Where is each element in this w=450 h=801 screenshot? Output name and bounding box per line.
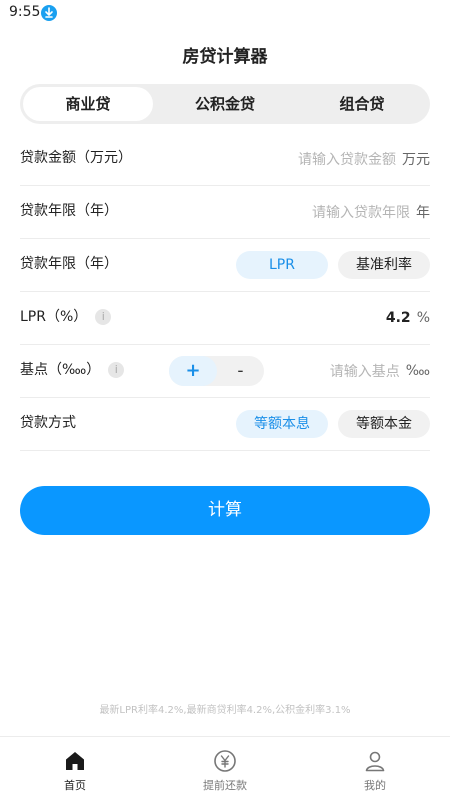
loan-years-unit: 年 [416,204,430,221]
nav-mine[interactable]: 我的 [300,737,450,801]
rate-type-label: 贷款年限（年） [20,256,118,272]
tab-provident-fund-loan[interactable]: 公积金贷 [160,87,290,121]
tab-commercial-loan[interactable]: 商业贷 [23,87,153,121]
bottom-nav: 首页 提前还款 我的 [0,736,450,801]
rate-type-row: 贷款年限（年） LPR 基准利率 [20,238,430,292]
lpr-value: 4.2 [385,309,411,326]
loan-type-tabs: 商业贷 公积金贷 组合贷 [20,84,430,124]
status-time: 9:55 [9,4,41,20]
basis-point-row: 基点（‱） i + - 请输入基点 ‱ [20,344,430,398]
repay-method-label: 贷款方式 [20,415,76,431]
nav-prepayment-label: 提前还款 [203,779,247,792]
loan-years-label: 贷款年限（年） [20,203,118,219]
user-icon [365,751,385,772]
home-icon [66,752,84,770]
repay-method-row: 贷款方式 等额本息 等额本金 [20,397,430,451]
equal-installment-option-button[interactable]: 等额本息 [236,409,328,438]
lpr-label: LPR（%） [20,309,88,325]
plus-button[interactable]: + [169,356,217,386]
calculate-button[interactable]: 计算 [20,486,430,535]
nav-home-label: 首页 [64,779,86,792]
nav-mine-label: 我的 [364,779,386,792]
info-icon[interactable]: i [95,309,112,325]
loan-years-row: 贷款年限（年） 请输入贷款年限 年 [20,185,430,239]
tab-combined-loan[interactable]: 组合贷 [297,87,427,121]
status-bar: 9:55 [0,0,450,28]
download-icon [41,5,57,21]
basis-point-stepper: + - [169,356,264,386]
loan-amount-input[interactable]: 请输入贷款金额 [298,149,396,169]
nav-home[interactable]: 首页 [0,737,150,801]
lpr-unit: % [416,309,430,326]
nav-prepayment[interactable]: 提前还款 [150,737,300,801]
equal-principal-option-button[interactable]: 等额本金 [338,409,430,438]
basis-point-label: 基点（‱） [20,362,101,378]
benchmark-rate-option-button[interactable]: 基准利率 [338,250,430,279]
yuan-coin-icon [214,750,236,772]
loan-amount-unit: 万元 [402,151,430,168]
loan-amount-row: 贷款金额（万元） 请输入贷款金额 万元 [20,132,430,186]
lpr-option-button[interactable]: LPR [236,250,328,279]
info-icon[interactable]: i [108,362,125,378]
loan-amount-label: 贷款金额（万元） [20,150,132,166]
loan-years-input[interactable]: 请输入贷款年限 [312,202,410,222]
page-title: 房贷计算器 [182,47,268,67]
rate-footnote: 最新LPR利率4.2%,最新商贷利率4.2%,公积金利率3.1% [99,705,351,716]
basis-point-unit: ‱ [405,362,430,379]
basis-point-input[interactable]: 请输入基点 [330,361,400,381]
lpr-row: LPR（%） i 4.2 % [20,291,430,345]
minus-button[interactable]: - [217,356,264,386]
